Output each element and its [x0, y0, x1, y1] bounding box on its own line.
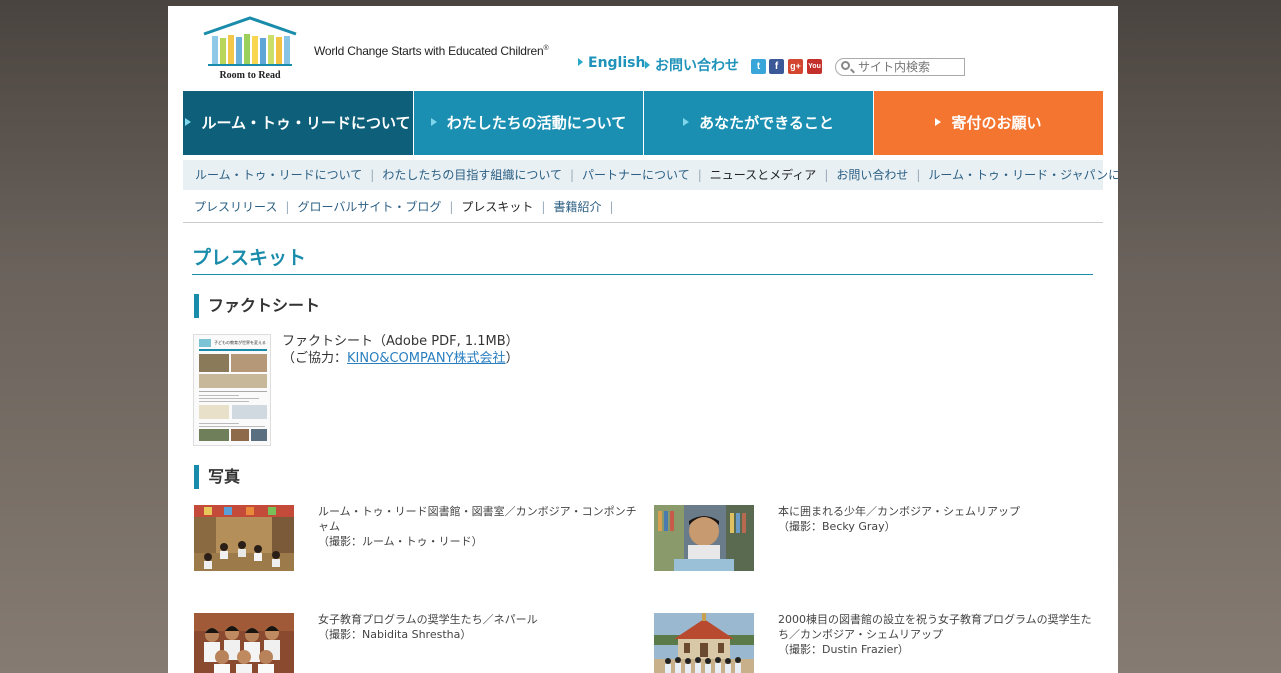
factsheet-heading: ファクトシート [194, 294, 320, 318]
photo-boy-reading[interactable] [654, 505, 754, 571]
subnav-global-blog[interactable]: グローバルサイト・ブログ [297, 200, 441, 214]
subnav-contact[interactable]: お問い合わせ [836, 168, 908, 182]
subnav-books[interactable]: 書籍紹介 [553, 200, 601, 214]
factsheet-file-label[interactable]: ファクトシート（Adobe PDF, 1.1MB） [282, 333, 519, 350]
kino-company-link[interactable]: KINO&COMPANY株式会社 [347, 351, 506, 366]
svg-text:子どもの教育が世界を変える: 子どもの教育が世界を変える [214, 339, 266, 345]
search-input[interactable] [858, 59, 962, 75]
factsheet-thumbnail[interactable]: 子どもの教育が世界を変える [193, 334, 271, 446]
page-title: プレスキット [192, 247, 307, 269]
tagline: World Change Starts with Educated Childr… [314, 44, 549, 58]
photo-caption: ルーム・トゥ・リード図書館・図書室／カンボジア・コンポンチャム （撮影：ルーム・… [318, 505, 637, 548]
logo-text: Room to Read [219, 70, 281, 81]
nav-about[interactable]: ルーム・トゥ・リードについて [183, 91, 413, 155]
chevron-right-icon [683, 118, 690, 126]
subnav-organization[interactable]: わたしたちの目指す組織について [382, 168, 562, 182]
subnav-press-release[interactable]: プレスリリース [194, 200, 277, 214]
english-link[interactable]: English [578, 55, 645, 71]
chevron-right-icon [185, 118, 192, 126]
photos-heading: 写真 [194, 465, 240, 489]
photo-caption: 本に囲まれる少年／カンボジア・シェムリアップ （撮影：Becky Gray） [778, 505, 1020, 533]
nav-donate[interactable]: 寄付のお願い [874, 91, 1103, 155]
facebook-icon[interactable]: f [769, 59, 784, 74]
subnav-news-media[interactable]: ニュースとメディア [710, 168, 817, 182]
sub-nav: ルーム・トゥ・リードについて | わたしたちの目指す組織について | パートナーについて… [183, 160, 1118, 190]
twitter-icon[interactable]: t [751, 59, 766, 74]
subnav-partners[interactable]: パートナーについて [582, 168, 690, 182]
nav-get-involved[interactable]: あなたができること [644, 91, 873, 155]
chevron-right-icon [430, 118, 437, 126]
subnav-press-kit[interactable]: プレスキット [461, 200, 533, 214]
subnav-japan[interactable]: ルーム・トゥ・リード・ジャパンについて [928, 168, 1118, 182]
photo-girls-nepal[interactable] [194, 613, 294, 673]
title-underline [192, 274, 1093, 275]
sub-nav-secondary: プレスリリース | グローバルサイト・ブログ | プレスキット | 書籍紹介 | [194, 200, 614, 214]
subnav-about[interactable]: ルーム・トゥ・リードについて [195, 168, 362, 182]
search-icon[interactable] [841, 61, 850, 70]
photo-caption: 2000棟目の図書館の設立を祝う女子教育プログラムの奨学生たち／カンボジア・シェ… [778, 613, 1092, 656]
youtube-icon[interactable]: You [807, 59, 822, 74]
contact-link[interactable]: お問い合わせ [645, 55, 739, 75]
main-nav: ルーム・トゥ・リードについて わたしたちの活動について あなたができること 寄付… [183, 91, 1103, 155]
factsheet-description: ファクトシート（Adobe PDF, 1.1MB） （ご協力：KINO&COMP… [282, 333, 519, 366]
photo-2000th-library[interactable] [654, 613, 754, 673]
nav-activities[interactable]: わたしたちの活動について [414, 91, 643, 155]
photo-library-cambodia[interactable] [194, 505, 294, 571]
chevron-right-icon [935, 118, 942, 126]
room-to-read-logo[interactable]: Room to Read [202, 16, 298, 82]
divider [183, 222, 1103, 223]
photo-caption: 女子教育プログラムの奨学生たち／ネパール （撮影：Nabidita Shrest… [318, 613, 538, 641]
google-plus-icon[interactable]: g+ [788, 59, 803, 74]
page: Room to Read World Change Starts with Ed… [168, 6, 1118, 673]
site-search [835, 58, 965, 76]
